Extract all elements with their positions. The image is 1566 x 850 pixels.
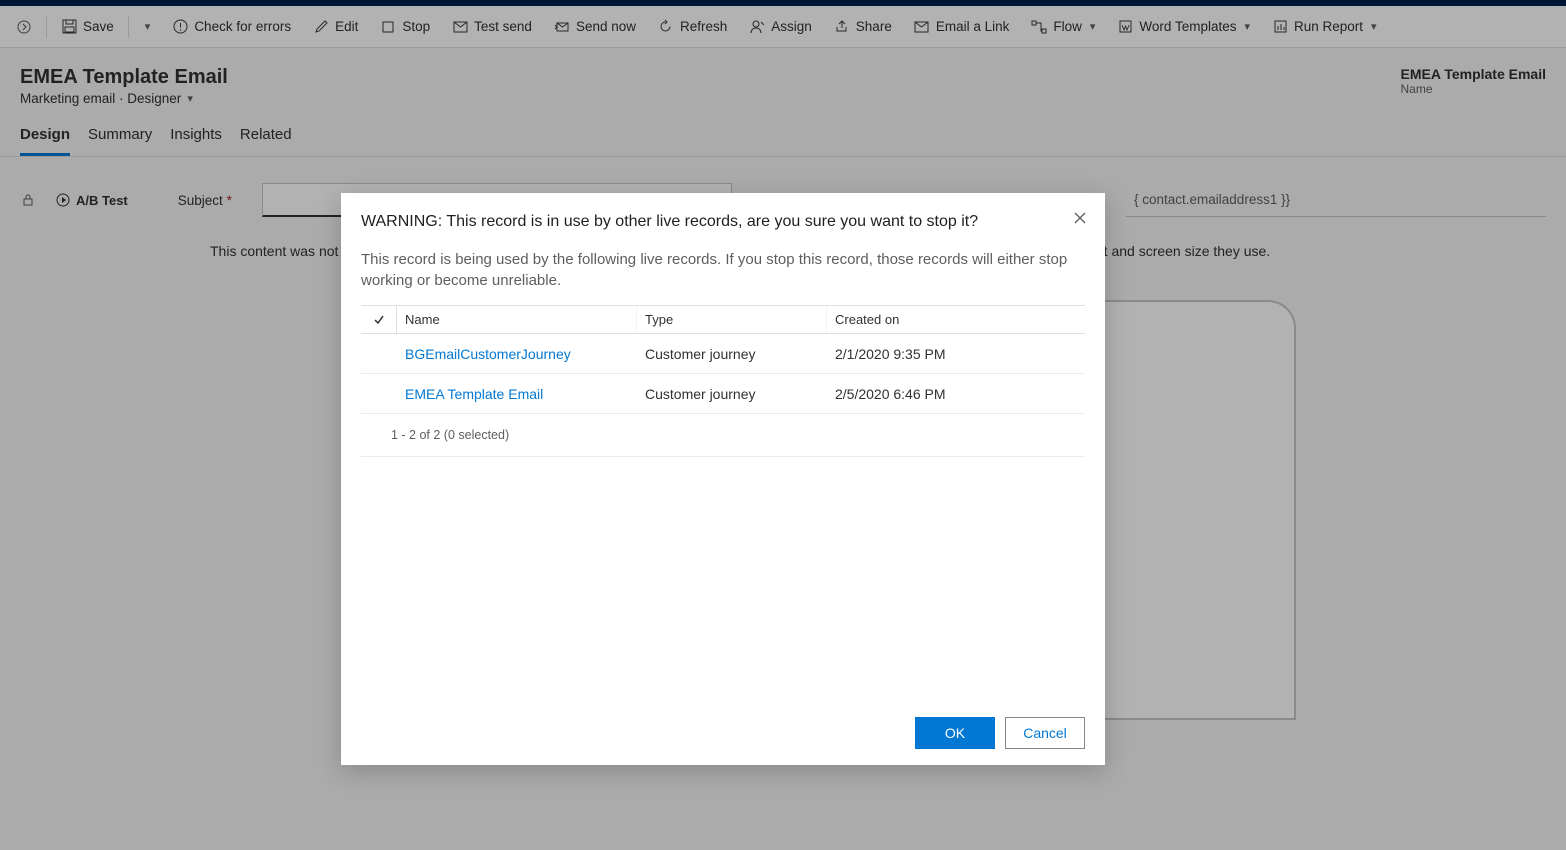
check-icon [373, 314, 385, 326]
cancel-button[interactable]: Cancel [1005, 717, 1085, 749]
row-type: Customer journey [637, 386, 827, 402]
row-name-link[interactable]: BGEmailCustomerJourney [397, 346, 637, 362]
modal-description: This record is being used by the followi… [361, 249, 1085, 291]
grid-header: Name Type Created on [361, 305, 1085, 334]
row-created: 2/1/2020 9:35 PM [827, 346, 1085, 362]
modal-title: WARNING: This record is in use by other … [361, 213, 1085, 231]
grid-footer: 1 - 2 of 2 (0 selected) [361, 414, 1085, 457]
grid-header-type[interactable]: Type [637, 306, 827, 333]
modal-close-button[interactable] [1065, 203, 1095, 233]
grid-header-check[interactable] [361, 306, 397, 333]
row-type: Customer journey [637, 346, 827, 362]
warning-modal: WARNING: This record is in use by other … [341, 193, 1105, 765]
grid-row[interactable]: EMEA Template Email Customer journey 2/5… [361, 374, 1085, 414]
row-name-link[interactable]: EMEA Template Email [397, 386, 637, 402]
close-icon [1074, 212, 1086, 224]
grid-header-name[interactable]: Name [397, 306, 637, 333]
grid-header-created[interactable]: Created on [827, 306, 1085, 333]
ok-button[interactable]: OK [915, 717, 995, 749]
grid-row[interactable]: BGEmailCustomerJourney Customer journey … [361, 334, 1085, 374]
modal-buttons: OK Cancel [361, 717, 1085, 749]
row-created: 2/5/2020 6:46 PM [827, 386, 1085, 402]
